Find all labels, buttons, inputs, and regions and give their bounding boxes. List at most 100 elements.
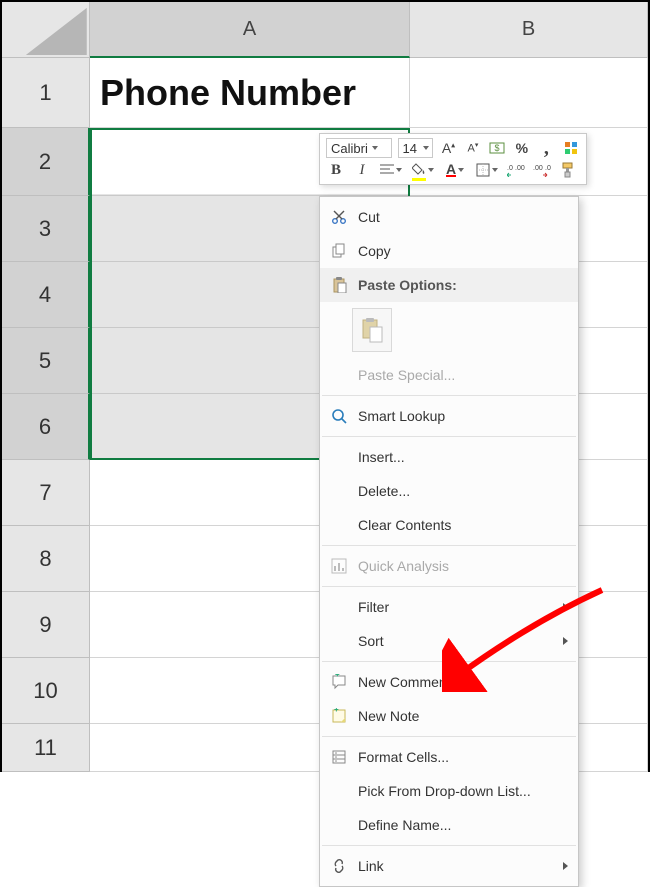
column-header-b[interactable]: B xyxy=(410,2,648,58)
menu-separator xyxy=(322,586,576,587)
link-icon xyxy=(326,858,352,874)
menu-separator xyxy=(322,545,576,546)
row-header-9[interactable]: 9 xyxy=(2,592,90,658)
copy-icon xyxy=(326,243,352,259)
menu-label: Quick Analysis xyxy=(358,558,449,574)
menu-label: Link xyxy=(358,858,384,874)
menu-item-link[interactable]: Link xyxy=(320,849,578,883)
row-header-11[interactable]: 11 xyxy=(2,724,90,772)
svg-text:.0: .0 xyxy=(545,165,551,172)
bold-button[interactable]: B xyxy=(326,160,346,180)
menu-item-define-name[interactable]: Define Name... xyxy=(320,808,578,842)
row-header-8[interactable]: 8 xyxy=(2,526,90,592)
row-header-2[interactable]: 2 xyxy=(2,128,90,196)
chevron-down-icon xyxy=(428,168,434,172)
row-header-6[interactable]: 6 xyxy=(2,394,90,460)
chevron-down-icon xyxy=(423,146,429,150)
select-all-corner[interactable] xyxy=(2,2,90,58)
menu-item-new-comment[interactable]: + New Comment xyxy=(320,665,578,699)
menu-item-filter[interactable]: Filter xyxy=(320,590,578,624)
menu-item-clear-contents[interactable]: Clear Contents xyxy=(320,508,578,542)
format-painter-button[interactable] xyxy=(558,160,578,180)
fill-color-button[interactable] xyxy=(410,160,436,180)
paste-options-row xyxy=(320,302,578,358)
menu-label: Format Cells... xyxy=(358,749,449,765)
menu-label: Smart Lookup xyxy=(358,408,445,424)
conditional-format-button[interactable] xyxy=(562,138,580,158)
align-button[interactable] xyxy=(378,160,404,180)
quick-analysis-icon xyxy=(326,558,352,574)
submenu-arrow-icon xyxy=(563,637,568,645)
comma-format-button[interactable]: , xyxy=(537,138,555,158)
column-header-a[interactable]: A xyxy=(90,2,410,58)
chevron-down-icon xyxy=(396,168,402,172)
svg-text:+: + xyxy=(334,708,339,714)
svg-text:.0: .0 xyxy=(507,165,513,172)
comment-icon: + xyxy=(326,674,352,690)
cell-a1-text: Phone Number xyxy=(90,72,356,114)
menu-label: Paste Special... xyxy=(358,367,455,383)
increase-decimal-button[interactable]: .0.00 xyxy=(506,160,526,180)
svg-text:.00: .00 xyxy=(533,165,543,172)
search-icon xyxy=(326,408,352,424)
font-size-combo[interactable]: 14 xyxy=(398,138,434,158)
menu-item-format-cells[interactable]: Format Cells... xyxy=(320,740,578,774)
italic-button[interactable]: I xyxy=(352,160,372,180)
menu-item-paste-special: Paste Special... xyxy=(320,358,578,392)
mini-toolbar: Calibri 14 A▴ A▾ $ % , B I xyxy=(319,133,587,185)
accounting-format-button[interactable]: $ xyxy=(488,138,506,158)
submenu-arrow-icon xyxy=(563,862,568,870)
font-name-value: Calibri xyxy=(331,141,368,156)
menu-item-sort[interactable]: Sort xyxy=(320,624,578,658)
chevron-down-icon xyxy=(372,146,378,150)
decrease-font-button[interactable]: A▾ xyxy=(464,138,482,158)
decrease-decimal-button[interactable]: .00.0 xyxy=(532,160,552,180)
menu-label: New Note xyxy=(358,708,419,724)
menu-item-new-note[interactable]: + New Note xyxy=(320,699,578,733)
menu-separator xyxy=(322,845,576,846)
cell-b1[interactable] xyxy=(410,58,648,128)
menu-item-paste-options: Paste Options: xyxy=(320,268,578,302)
menu-label: Cut xyxy=(358,209,380,225)
font-name-combo[interactable]: Calibri xyxy=(326,138,392,158)
row-header-7[interactable]: 7 xyxy=(2,460,90,526)
percent-format-button[interactable]: % xyxy=(513,138,531,158)
menu-label: Copy xyxy=(358,243,391,259)
menu-label: Clear Contents xyxy=(358,517,451,533)
row-header-3[interactable]: 3 xyxy=(2,196,90,262)
borders-button[interactable] xyxy=(474,160,500,180)
menu-label: Delete... xyxy=(358,483,410,499)
menu-item-smart-lookup[interactable]: Smart Lookup xyxy=(320,399,578,433)
increase-font-button[interactable]: A▴ xyxy=(439,138,457,158)
menu-item-pick-from-list[interactable]: Pick From Drop-down List... xyxy=(320,774,578,808)
row-header-5[interactable]: 5 xyxy=(2,328,90,394)
submenu-arrow-icon xyxy=(563,603,568,611)
menu-label: Filter xyxy=(358,599,389,615)
menu-label: Paste Options: xyxy=(358,277,457,293)
menu-label: New Comment xyxy=(358,674,451,690)
menu-label: Sort xyxy=(358,633,384,649)
menu-separator xyxy=(322,395,576,396)
menu-label: Pick From Drop-down List... xyxy=(358,783,531,799)
chevron-down-icon xyxy=(458,168,464,172)
menu-separator xyxy=(322,661,576,662)
menu-item-quick-analysis: Quick Analysis xyxy=(320,549,578,583)
menu-item-cut[interactable]: Cut xyxy=(320,200,578,234)
context-menu: Cut Copy Paste Options: Paste Special...… xyxy=(319,196,579,887)
font-color-button[interactable]: A xyxy=(442,160,468,180)
menu-item-delete[interactable]: Delete... xyxy=(320,474,578,508)
cell-a1[interactable]: Phone Number xyxy=(90,58,410,128)
font-size-value: 14 xyxy=(403,141,417,156)
menu-separator xyxy=(322,436,576,437)
row-header-1[interactable]: 1 xyxy=(2,58,90,128)
row-header-4[interactable]: 4 xyxy=(2,262,90,328)
chevron-down-icon xyxy=(492,168,498,172)
menu-item-copy[interactable]: Copy xyxy=(320,234,578,268)
svg-text:+: + xyxy=(335,674,340,679)
menu-item-insert[interactable]: Insert... xyxy=(320,440,578,474)
svg-text:.00: .00 xyxy=(515,165,525,172)
row-header-10[interactable]: 10 xyxy=(2,658,90,724)
paste-button xyxy=(352,308,392,352)
menu-separator xyxy=(322,736,576,737)
menu-label: Insert... xyxy=(358,449,405,465)
